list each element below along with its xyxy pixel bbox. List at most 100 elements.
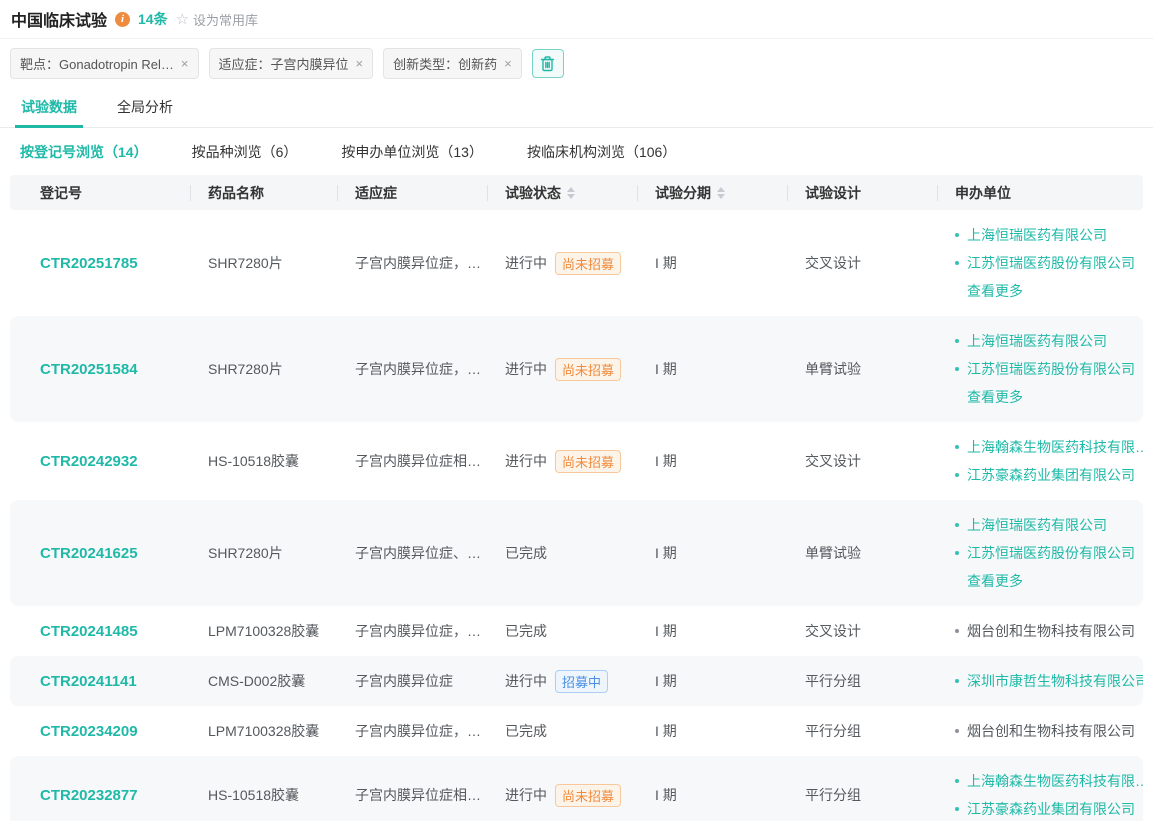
bullet-icon: [955, 445, 959, 449]
bullet-icon: [955, 807, 959, 811]
trial-phase: I 期: [637, 543, 787, 563]
registration-number-link[interactable]: CTR20241141: [22, 673, 190, 690]
chip-close-icon[interactable]: ×: [181, 57, 189, 70]
clear-filters-button[interactable]: [532, 49, 564, 78]
trial-design: 单臂试验: [787, 543, 937, 563]
sort-up-icon: [567, 187, 575, 192]
indication: 子宫内膜异位症相…: [337, 451, 487, 471]
registration-number-link[interactable]: CTR20234209: [22, 723, 190, 740]
trial-status: 进行中 招募中: [487, 670, 637, 693]
registration-number-link[interactable]: CTR20251785: [22, 255, 190, 272]
bullet-icon: [955, 729, 959, 733]
table-row: CTR20241485 LPM7100328胶囊 子宫内膜异位症，… 已完成 I…: [10, 606, 1143, 656]
drug-name: SHR7280片: [190, 253, 337, 273]
subtab[interactable]: 按品种浏览（6）: [192, 142, 298, 162]
sponsor-name[interactable]: 上海翰森生物医药科技有限…: [967, 767, 1143, 795]
info-icon[interactable]: i: [115, 12, 130, 27]
subtab[interactable]: 按申办单位浏览（13）: [341, 142, 483, 162]
star-icon: ☆: [176, 12, 189, 27]
set-favorite-button[interactable]: ☆ 设为常用库: [176, 10, 258, 29]
bullet-icon: [955, 523, 959, 527]
indication: 子宫内膜异位症，…: [337, 359, 487, 379]
view-more-link[interactable]: 查看更多: [955, 573, 1023, 589]
sponsor-name[interactable]: 江苏恒瑞医药股份有限公司: [967, 539, 1135, 567]
filter-chip-label: 适应症：子宫内膜异位: [219, 54, 349, 73]
column-header-label: 申办单位: [955, 183, 1011, 203]
sponsor-name[interactable]: 上海翰森生物医药科技有限…: [967, 433, 1143, 461]
column-header-label: 试验分期: [655, 183, 711, 203]
sponsor-name[interactable]: 烟台创和生物科技有限公司: [967, 617, 1135, 645]
trial-phase: I 期: [637, 359, 787, 379]
registration-number-link[interactable]: CTR20251584: [22, 361, 190, 378]
sponsor-list: 深圳市康哲生物科技有限公司: [937, 656, 1143, 706]
status-text: 进行中: [505, 785, 547, 805]
sponsor-list: 上海恒瑞医药有限公司 江苏恒瑞医药股份有限公司 查看更多: [937, 210, 1143, 316]
sponsor-name[interactable]: 上海恒瑞医药有限公司: [967, 221, 1107, 249]
registration-number-link[interactable]: CTR20232877: [22, 787, 190, 804]
sponsor-item: 深圳市康哲生物科技有限公司: [955, 667, 1143, 695]
trial-design: 平行分组: [787, 671, 937, 691]
trial-phase: I 期: [637, 671, 787, 691]
tab[interactable]: 全局分析: [115, 88, 175, 127]
result-count: 14条: [138, 9, 168, 29]
bullet-icon: [955, 339, 959, 343]
title-bar: 中国临床试验 i 14条 ☆ 设为常用库: [0, 0, 1153, 39]
status-badge: 招募中: [555, 670, 608, 693]
indication: 子宫内膜异位症相…: [337, 785, 487, 805]
subtab[interactable]: 按登记号浏览（14）: [20, 142, 148, 162]
indication: 子宫内膜异位症、…: [337, 543, 487, 563]
trial-status: 已完成: [487, 721, 637, 741]
sponsor-name[interactable]: 上海恒瑞医药有限公司: [967, 327, 1107, 355]
browse-subtabs: 按登记号浏览（14） 按品种浏览（6） 按申办单位浏览（13） 按临床机构浏览（106…: [0, 128, 1153, 175]
sponsor-name[interactable]: 深圳市康哲生物科技有限公司: [967, 667, 1143, 695]
filter-chip: 创新类型：创新药 ×: [383, 48, 522, 79]
table-row: CTR20241141 CMS-D002胶囊 子宫内膜异位症 进行中 招募中 I…: [10, 656, 1143, 706]
column-header: 药品名称: [190, 183, 337, 203]
column-header-label: 试验设计: [805, 183, 861, 203]
trial-design: 交叉设计: [787, 253, 937, 273]
chip-close-icon[interactable]: ×: [504, 57, 512, 70]
sponsor-item: 江苏恒瑞医药股份有限公司: [955, 249, 1143, 277]
subtab[interactable]: 按临床机构浏览（106）: [527, 142, 676, 162]
status-text: 进行中: [505, 359, 547, 379]
sponsor-list: 上海恒瑞医药有限公司 江苏恒瑞医药股份有限公司 查看更多: [937, 500, 1143, 606]
tab[interactable]: 试验数据: [19, 88, 79, 127]
trash-icon: [540, 56, 555, 72]
sponsor-item: 烟台创和生物科技有限公司: [955, 617, 1143, 645]
status-text: 进行中: [505, 671, 547, 691]
trial-phase: I 期: [637, 721, 787, 741]
status-text: 已完成: [505, 543, 547, 563]
trial-phase: I 期: [637, 621, 787, 641]
registration-number-link[interactable]: CTR20242932: [22, 453, 190, 470]
column-header: 试验状态: [487, 183, 637, 203]
view-more-link[interactable]: 查看更多: [955, 283, 1023, 299]
sponsor-name[interactable]: 上海恒瑞医药有限公司: [967, 511, 1107, 539]
filter-chip-label: 创新类型：创新药: [393, 54, 497, 73]
view-more-link[interactable]: 查看更多: [955, 389, 1023, 405]
sponsor-item: 上海恒瑞医药有限公司: [955, 221, 1143, 249]
sort-icon[interactable]: [567, 187, 575, 199]
registration-number-link[interactable]: CTR20241485: [22, 623, 190, 640]
chip-close-icon[interactable]: ×: [356, 57, 364, 70]
filter-chip: 靶点：Gonadotropin Rel… ×: [10, 48, 199, 79]
bullet-icon: [955, 779, 959, 783]
sponsor-name[interactable]: 烟台创和生物科技有限公司: [967, 717, 1135, 745]
drug-name: SHR7280片: [190, 359, 337, 379]
sort-icon[interactable]: [717, 187, 725, 199]
sponsor-name[interactable]: 江苏恒瑞医药股份有限公司: [967, 355, 1135, 383]
sponsor-name[interactable]: 江苏豪森药业集团有限公司: [967, 461, 1135, 489]
trial-design: 平行分组: [787, 721, 937, 741]
sponsor-item: 上海恒瑞医药有限公司: [955, 327, 1143, 355]
bullet-icon: [955, 629, 959, 633]
status-text: 已完成: [505, 621, 547, 641]
column-header: 适应症: [337, 183, 487, 203]
status-text: 进行中: [505, 451, 547, 471]
drug-name: LPM7100328胶囊: [190, 721, 337, 741]
table-row: CTR20232877 HS-10518胶囊 子宫内膜异位症相… 进行中 尚未招…: [10, 756, 1143, 821]
sponsor-name[interactable]: 江苏恒瑞医药股份有限公司: [967, 249, 1135, 277]
trial-phase: I 期: [637, 253, 787, 273]
trial-design: 平行分组: [787, 785, 937, 805]
registration-number-link[interactable]: CTR20241625: [22, 545, 190, 562]
filter-bar: 靶点：Gonadotropin Rel… × 适应症：子宫内膜异位 × 创新类型…: [0, 39, 1153, 88]
sponsor-name[interactable]: 江苏豪森药业集团有限公司: [967, 795, 1135, 821]
